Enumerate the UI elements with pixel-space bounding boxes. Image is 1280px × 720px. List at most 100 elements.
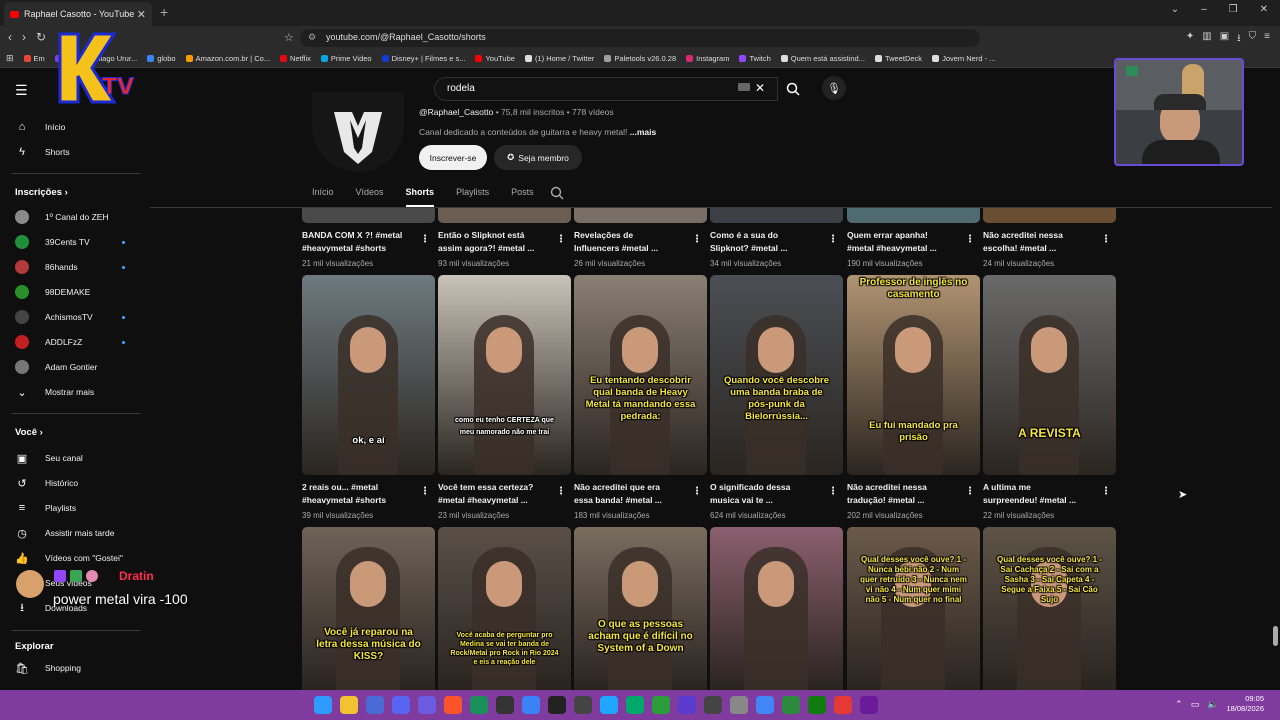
hamburger-menu-icon[interactable]: ☰ [15, 82, 28, 99]
sidebar-item[interactable]: ADDLFzZ [0, 330, 145, 354]
forward-icon[interactable]: › [22, 30, 26, 44]
short-thumbnail[interactable]: ok, e aí [302, 275, 435, 475]
more-options-icon[interactable]: ⋮ [1101, 234, 1111, 245]
volume-icon[interactable]: 🔈 [1207, 699, 1218, 710]
tab-search-icon[interactable]: ⌄ [1171, 4, 1179, 15]
channel-tab[interactable]: Posts [511, 180, 534, 207]
short-thumbnail[interactable]: Eu fui mandado pra prisão Professor de in… [847, 275, 980, 475]
sidebar-item[interactable]: 🛍 Shopping [0, 656, 145, 680]
short-title-line1[interactable]: Revelações de [574, 229, 692, 241]
bookmark-item[interactable]: Quem está assistind... [780, 54, 865, 63]
extension-icon[interactable]: ✦ [1186, 31, 1194, 48]
short-title-line1[interactable]: Então o Slipknot está [438, 229, 556, 241]
channel-tab[interactable]: Vídeos [356, 180, 384, 207]
close-window-icon[interactable]: ✕ [1260, 4, 1268, 15]
short-title-line2[interactable]: #heavymetal #shorts [302, 242, 420, 254]
bookmark-item[interactable]: Disney+ | Filmes e s... [381, 54, 465, 63]
search-button[interactable] [778, 77, 808, 101]
channel-description[interactable]: Canal dedicado a conteúdos de guitarra e… [419, 127, 656, 137]
description-more-link[interactable]: ...mais [627, 127, 656, 137]
menu-icon[interactable]: ≡ [1264, 31, 1270, 48]
subscribe-button[interactable]: Inscrever-se [419, 145, 487, 170]
app-icon[interactable] [678, 696, 696, 714]
sidebar-item[interactable]: ϟ Shorts [0, 140, 145, 164]
apps-grid-icon[interactable]: ⊞ [6, 53, 14, 64]
short-title-line2[interactable]: essa banda! #metal ... [574, 494, 692, 506]
short-title-line1[interactable]: A ultima me [983, 481, 1101, 493]
app-icon[interactable] [860, 696, 878, 714]
bookmark-item[interactable]: (1) Home / Twitter [524, 54, 594, 63]
sidebar-item[interactable]: 1º Canal do ZEH [0, 205, 145, 229]
brave-icon[interactable] [444, 696, 462, 714]
terminal-icon[interactable] [496, 696, 514, 714]
short-title-line1[interactable]: O significado dessa [710, 481, 828, 493]
you-header[interactable]: Você › [15, 427, 43, 438]
app-icon[interactable] [574, 696, 592, 714]
app-icon[interactable] [652, 696, 670, 714]
close-tab-icon[interactable]: ✕ [137, 8, 146, 21]
short-title-line2[interactable]: #metal #heavymetal ... [438, 494, 556, 506]
short-thumbnail[interactable]: como eu tenho CERTEZA que meu namorado n… [438, 275, 571, 475]
bookmark-item[interactable]: Netflix [280, 54, 311, 63]
bookmark-item[interactable]: Jovem Nerd - ... [932, 54, 995, 63]
short-thumbnail[interactable]: Qual desses você ouve? 1 - Sai Cachaça 2… [983, 527, 1116, 690]
windows-start-icon[interactable] [314, 696, 332, 714]
short-title-line1[interactable]: 2 reais ou... #metal [302, 481, 420, 493]
short-thumbnail[interactable]: A REVISTA [983, 275, 1116, 475]
download-icon[interactable]: ⭳ [1237, 31, 1241, 48]
short-title-line1[interactable]: Não acreditei nessa [847, 481, 965, 493]
bookmark-item[interactable]: Prime Video [320, 54, 372, 63]
channel-avatar[interactable] [312, 92, 404, 172]
keyboard-icon[interactable] [738, 83, 750, 91]
join-button[interactable]: ✪ Seja membro [494, 145, 582, 170]
tray-chevron-icon[interactable]: ⌃ [1175, 699, 1183, 710]
shield-icon[interactable]: ⛉ [1249, 31, 1257, 48]
minimize-icon[interactable]: – [1201, 4, 1207, 15]
sidebar-item[interactable]: Adam Gontier [0, 355, 145, 379]
more-options-icon[interactable]: ⋮ [692, 234, 702, 245]
short-title-line2[interactable]: assim agora?! #metal ... [438, 242, 556, 254]
clock[interactable]: 09:05 18/08/2026 [1226, 694, 1264, 714]
steam-icon[interactable] [470, 696, 488, 714]
more-options-icon[interactable]: ⋮ [420, 234, 430, 245]
app-icon[interactable] [626, 696, 644, 714]
maximize-icon[interactable]: ❐ [1229, 4, 1238, 15]
clear-search-icon[interactable]: ✕ [755, 81, 765, 95]
media-player-icon[interactable] [834, 696, 852, 714]
short-thumbnail[interactable]: Qual desses você ouve? 1 - Nunca bebi nã… [847, 527, 980, 690]
more-options-icon[interactable]: ⋮ [828, 486, 838, 497]
browser-icon[interactable] [366, 696, 384, 714]
channel-tab[interactable]: Playlists [456, 180, 489, 207]
show-more-button[interactable]: ⌄ Mostrar mais [0, 380, 145, 404]
voice-search-icon[interactable]: 🎙 [822, 76, 846, 100]
short-title-line2[interactable]: Influencers #metal ... [574, 242, 692, 254]
bookmark-item[interactable]: Paletools v26.0.28 [604, 54, 676, 63]
short-title-line1[interactable]: Não acreditei nessa [983, 229, 1101, 241]
app-icon[interactable] [704, 696, 722, 714]
more-options-icon[interactable]: ⋮ [1101, 486, 1111, 497]
app-icon[interactable] [756, 696, 774, 714]
channel-tab[interactable]: Shorts [405, 180, 435, 207]
more-options-icon[interactable]: ⋮ [556, 234, 566, 245]
short-title-line2[interactable]: tradução! #metal ... [847, 494, 965, 506]
url-input[interactable]: ⚙ youtube.com/@Raphael_Casotto/shorts [300, 29, 980, 47]
app-icon[interactable] [782, 696, 800, 714]
bookmark-item[interactable]: TweetDeck [874, 54, 922, 63]
short-thumbnail[interactable] [710, 527, 843, 690]
short-title-line2[interactable]: musica vai te ... [710, 494, 828, 506]
bookmark-item[interactable]: globo [147, 54, 176, 63]
sidebar-item[interactable]: 98DEMAKE [0, 280, 145, 304]
more-options-icon[interactable]: ⋮ [692, 486, 702, 497]
more-options-icon[interactable]: ⋮ [828, 234, 838, 245]
more-options-icon[interactable]: ⋮ [965, 486, 975, 497]
channel-search-icon[interactable] [550, 186, 564, 200]
sidebar-toggle-icon[interactable]: ▥ [1202, 31, 1211, 48]
short-thumbnail[interactable] [710, 208, 843, 223]
subscriptions-header[interactable]: Inscrições › [15, 187, 68, 198]
more-options-icon[interactable]: ⋮ [965, 234, 975, 245]
bookmark-item[interactable]: Instagram [686, 54, 729, 63]
short-thumbnail[interactable]: Eu tentando descobrir qual banda de Heav… [574, 275, 707, 475]
short-title-line1[interactable]: BANDA COM X ?! #metal [302, 229, 420, 241]
short-title-line1[interactable]: Como é a sua do [710, 229, 828, 241]
sidebar-item[interactable]: 86hands [0, 255, 145, 279]
